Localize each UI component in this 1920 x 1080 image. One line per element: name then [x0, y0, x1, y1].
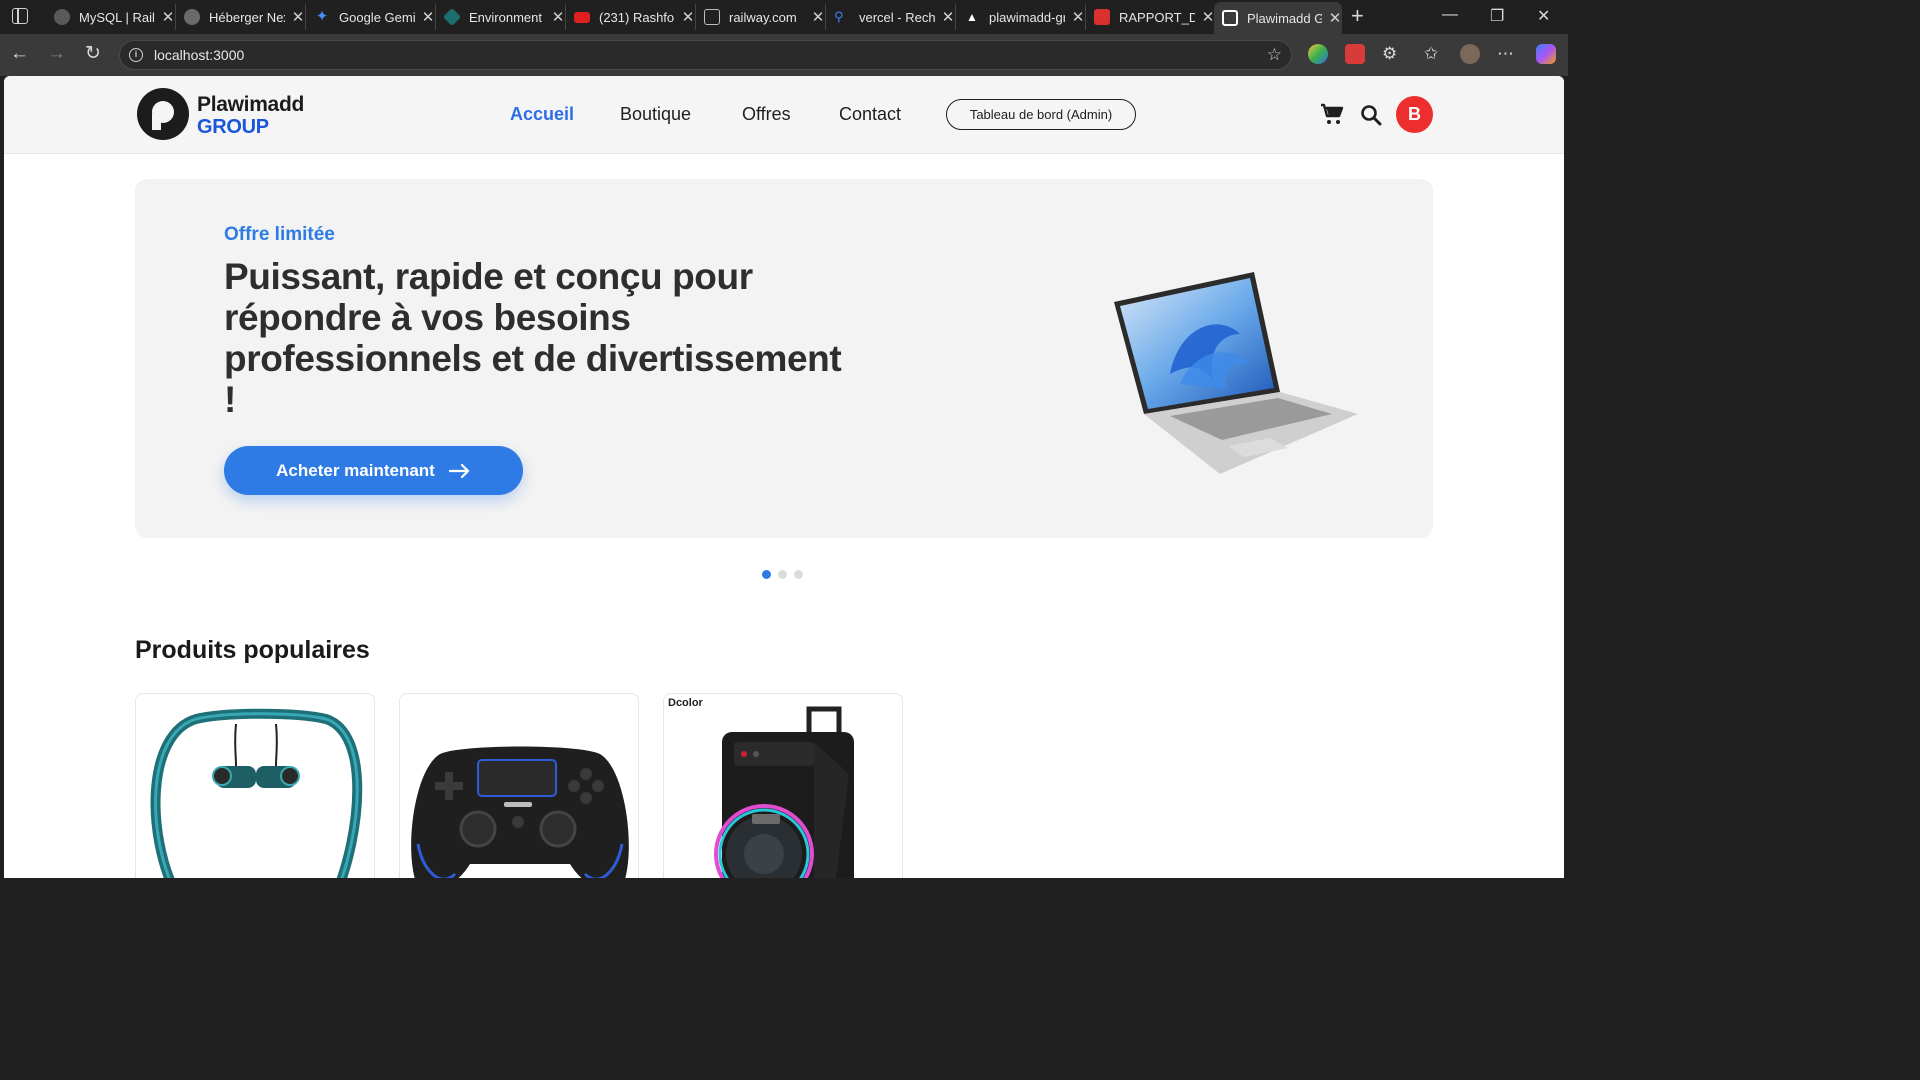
logo-icon[interactable] [137, 88, 189, 140]
close-window-icon[interactable]: ✕ [1537, 6, 1550, 26]
pdf-icon [1094, 9, 1110, 25]
tab-plawimadd-vercel[interactable]: ▲ plawimadd-group ✕ [956, 4, 1086, 30]
search-icon: ⚲ [834, 9, 844, 24]
buy-now-button[interactable]: Acheter maintenant [224, 446, 523, 495]
sidebar-toggle-icon[interactable] [12, 8, 28, 24]
close-tab-icon[interactable]: ✕ [941, 8, 955, 26]
browser-toolbar: ← → ↻ i localhost:3000 ☆ [0, 34, 1568, 76]
tab-railway-com[interactable]: railway.com ✕ [696, 4, 826, 30]
close-tab-icon[interactable]: ✕ [551, 8, 565, 26]
cart-icon[interactable] [1320, 102, 1344, 126]
tab-title: RAPPORT_D [1119, 9, 1195, 25]
close-tab-icon[interactable]: ✕ [1328, 9, 1342, 27]
arrow-right-icon [448, 463, 469, 478]
tab-title: vercel - Recherche [859, 9, 935, 25]
favorite-star-icon[interactable]: ☆ [1267, 45, 1282, 65]
more-menu-icon[interactable]: ⋯ [1497, 44, 1514, 64]
logo-name[interactable]: Plawimadd [197, 93, 304, 117]
site-header: Plawimadd GROUP Accueil Boutique Offres … [4, 76, 1564, 154]
laptop-image [1114, 272, 1358, 474]
address-bar[interactable]: i localhost:3000 ☆ [119, 40, 1292, 70]
close-tab-icon[interactable]: ✕ [161, 8, 175, 26]
nav-boutique[interactable]: Boutique [620, 104, 691, 125]
extension-red-icon[interactable] [1345, 44, 1365, 64]
tab-mysql-railway[interactable]: MySQL | Railway ✕ [46, 4, 176, 30]
carousel-dot[interactable] [778, 570, 787, 579]
hero-title: Puissant, rapide et conçu pour répondre … [224, 256, 842, 420]
env-icon [442, 7, 462, 27]
tab-title: Plawimadd Group [1247, 10, 1323, 26]
admin-dashboard-button[interactable]: Tableau de bord (Admin) [946, 99, 1136, 130]
search-icon[interactable] [1360, 104, 1382, 126]
favorites-icon[interactable]: ✩ [1424, 44, 1438, 64]
close-tab-icon[interactable]: ✕ [1201, 8, 1215, 26]
user-avatar[interactable]: B [1396, 96, 1433, 133]
youtube-icon [574, 11, 590, 23]
plawimadd-icon [1222, 10, 1238, 26]
hero-banner: Offre limitée Puissant, rapide et conçu … [135, 179, 1433, 538]
back-icon[interactable]: ← [10, 44, 29, 64]
tab-gemini[interactable]: ✦ Google Gemini ✕ [306, 4, 436, 30]
neckband-earphones-image [150, 708, 363, 878]
site-info-icon[interactable]: i [129, 48, 143, 62]
nav-offres[interactable]: Offres [742, 104, 791, 125]
tab-title: Héberger Next.js [209, 9, 285, 25]
forward-icon[interactable]: → [47, 44, 66, 64]
close-tab-icon[interactable]: ✕ [421, 8, 435, 26]
tab-heberger[interactable]: Héberger Next.js ✕ [176, 4, 306, 30]
tab-title: railway.com [729, 9, 797, 25]
tab-title: plawimadd-group [989, 9, 1065, 25]
railway-doc-icon [704, 9, 720, 25]
popular-products-title: Produits populaires [135, 636, 370, 664]
product-card[interactable] [399, 693, 639, 878]
profile-avatar-icon[interactable] [1460, 44, 1480, 64]
gemini-icon: ✦ [315, 8, 329, 25]
openai-icon [184, 9, 200, 25]
tab-environment[interactable]: Environment ✕ [436, 4, 566, 30]
railway-icon [54, 9, 70, 25]
tab-youtube[interactable]: (231) Rashford ✕ [566, 4, 696, 30]
extensions-puzzle-icon[interactable]: ⚙ [1382, 44, 1397, 64]
carousel-dot[interactable] [762, 570, 771, 579]
carousel-dot[interactable] [794, 570, 803, 579]
close-tab-icon[interactable]: ✕ [811, 8, 825, 26]
tab-vercel-search[interactable]: ⚲ vercel - Recherche ✕ [826, 4, 956, 30]
product-card[interactable]: Dcolor [663, 693, 903, 878]
tab-plawimadd-group[interactable]: Plawimadd Group ✕ [1214, 2, 1342, 34]
nav-contact[interactable]: Contact [839, 104, 901, 125]
restore-icon[interactable]: ❐ [1490, 6, 1504, 26]
minimize-icon[interactable]: — [1442, 6, 1458, 24]
new-tab-button[interactable]: + [1351, 4, 1364, 28]
close-tab-icon[interactable]: ✕ [291, 8, 305, 26]
carousel-indicators [762, 570, 803, 579]
game-controller-image [411, 746, 629, 878]
copilot-icon[interactable] [1536, 44, 1556, 64]
vercel-icon: ▲ [966, 10, 978, 24]
browser-tab-bar: MySQL | Railway ✕ Héberger Next.js ✕ ✦ G… [0, 0, 1568, 34]
close-tab-icon[interactable]: ✕ [681, 8, 695, 26]
nav-accueil[interactable]: Accueil [510, 104, 574, 125]
logo-group[interactable]: GROUP [197, 116, 269, 139]
tab-title: (231) Rashford [599, 9, 675, 25]
close-tab-icon[interactable]: ✕ [1071, 8, 1085, 26]
extension-colorful-icon[interactable] [1308, 44, 1328, 64]
party-speaker-image [714, 706, 854, 878]
hero-kicker: Offre limitée [224, 224, 335, 245]
tab-title: Google Gemini [339, 9, 415, 25]
reload-icon[interactable]: ↻ [85, 44, 101, 64]
buy-now-label: Acheter maintenant [276, 460, 435, 480]
tab-title: MySQL | Railway [79, 9, 155, 25]
tab-title: Environment [469, 9, 542, 25]
url-text[interactable]: localhost:3000 [154, 47, 244, 63]
tab-rapport-pdf[interactable]: RAPPORT_D ✕ [1086, 4, 1216, 30]
page-viewport: Plawimadd GROUP Accueil Boutique Offres … [4, 76, 1564, 878]
product-card[interactable] [135, 693, 375, 878]
